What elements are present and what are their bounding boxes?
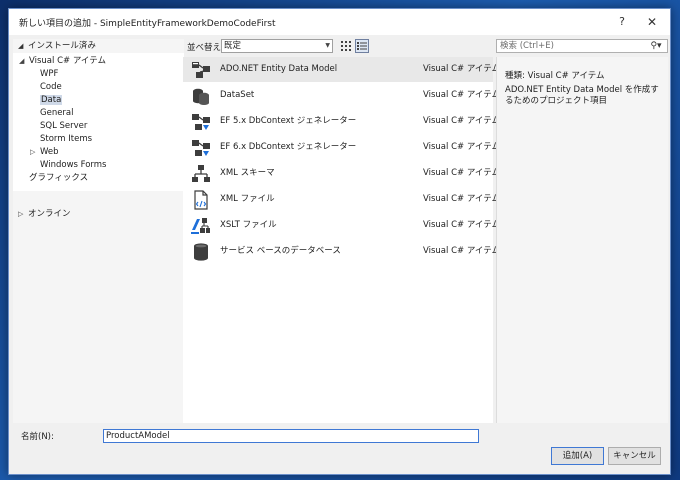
template-type: Visual C# アイテム	[423, 194, 500, 204]
add-new-item-dialog: 新しい項目の追加 - SimpleEntityFrameworkDemoCode…	[8, 8, 671, 475]
template-list: ADO.NET Entity Data Model Visual C# アイテム…	[183, 57, 500, 423]
template-name: EF 5.x DbContext ジェネレーター	[220, 116, 357, 126]
xslt-file-icon	[191, 218, 210, 234]
name-label: 名前(N):	[21, 432, 54, 442]
tree-item-code[interactable]: Code	[40, 81, 62, 94]
details-pane: 種類: Visual C# アイテム ADO.NET Entity Data M…	[496, 57, 668, 423]
add-button[interactable]: 追加(A)	[551, 447, 604, 465]
template-type: Visual C# アイテム	[423, 142, 500, 152]
template-row[interactable]: ADO.NET Entity Data Model Visual C# アイテム	[183, 57, 500, 82]
help-button[interactable]: ?	[613, 13, 631, 31]
ef-generator-icon	[192, 140, 210, 156]
sort-value: 既定	[224, 41, 242, 51]
template-type: Visual C# アイテム	[423, 246, 500, 256]
online-header[interactable]: ▷ オンライン	[18, 208, 71, 221]
template-name: DataSet	[220, 90, 255, 100]
template-row[interactable]: DataSet Visual C# アイテム	[183, 83, 500, 108]
template-type: Visual C# アイテム	[423, 64, 500, 74]
template-row[interactable]: XML ファイル Visual C# アイテム	[183, 187, 500, 212]
cancel-button[interactable]: キャンセル	[608, 447, 661, 465]
collapse-triangle-icon[interactable]: ◢	[18, 42, 28, 50]
name-field[interactable]	[103, 429, 479, 443]
sort-dropdown[interactable]: 既定 ▼	[221, 39, 333, 53]
details-description: ADO.NET Entity Data Model を作成するためのプロジェクト…	[505, 85, 659, 106]
expand-triangle-icon[interactable]: ◢	[19, 55, 29, 68]
tree-item-graphics[interactable]: グラフィックス	[29, 172, 88, 185]
tree-item-web[interactable]: ▷ Web	[30, 146, 59, 159]
title-bar: 新しい項目の追加 - SimpleEntityFrameworkDemoCode…	[9, 9, 670, 35]
expand-triangle-icon[interactable]: ▷	[18, 208, 28, 221]
template-row[interactable]: XSLT ファイル Visual C# アイテム	[183, 213, 500, 238]
dataset-icon	[193, 88, 209, 105]
template-type: Visual C# アイテム	[423, 168, 500, 178]
template-name: EF 6.x DbContext ジェネレーター	[220, 142, 357, 152]
list-view-button[interactable]	[355, 39, 369, 53]
installed-header[interactable]: ◢ インストール済み	[13, 39, 184, 52]
search-icon[interactable]: ⚲▾	[645, 39, 667, 53]
template-row[interactable]: EF 5.x DbContext ジェネレーター Visual C# アイテム	[183, 109, 500, 134]
template-name: サービス ベースのデータベース	[220, 246, 341, 256]
tree-item-visual-csharp[interactable]: ◢ Visual C# アイテム	[19, 55, 106, 68]
sort-label: 並べ替え:	[187, 43, 224, 53]
small-icons-view-button[interactable]	[339, 39, 353, 53]
category-tree-pane: ◢ インストール済み ◢ Visual C# アイテム WPF Code Data …	[13, 39, 184, 423]
online-label: オンライン	[28, 209, 71, 219]
chevron-down-icon: ▼	[325, 42, 330, 49]
entity-model-icon	[192, 62, 210, 78]
ef-generator-icon	[192, 114, 210, 130]
tree-item-data[interactable]: Data	[40, 94, 63, 107]
template-row[interactable]: サービス ベースのデータベース Visual C# アイテム	[183, 239, 500, 264]
grid-icon	[341, 41, 351, 51]
window-title: 新しい項目の追加 - SimpleEntityFrameworkDemoCode…	[19, 19, 276, 29]
list-icon	[357, 42, 367, 50]
template-name: ADO.NET Entity Data Model	[220, 64, 338, 74]
template-row[interactable]: EF 6.x DbContext ジェネレーター Visual C# アイテム	[183, 135, 500, 160]
template-type: Visual C# アイテム	[423, 220, 500, 230]
details-type: 種類: Visual C# アイテム	[505, 71, 605, 81]
xml-schema-icon	[192, 165, 210, 182]
template-row[interactable]: XML スキーマ Visual C# アイテム	[183, 161, 500, 186]
template-type: Visual C# アイテム	[423, 116, 500, 126]
tree-item-general[interactable]: General	[40, 107, 74, 120]
template-name: XML スキーマ	[220, 168, 275, 178]
search-input[interactable]: 検索 (Ctrl+E)	[496, 39, 668, 53]
tree-item-wpf[interactable]: WPF	[40, 68, 58, 81]
template-type: Visual C# アイテム	[423, 90, 500, 100]
close-button[interactable]: ✕	[643, 13, 661, 31]
tree-item-sql-server[interactable]: SQL Server	[40, 120, 87, 133]
expand-triangle-icon[interactable]: ▷	[30, 146, 40, 159]
category-tree: ◢ Visual C# アイテム WPF Code Data General SQ…	[13, 53, 184, 191]
xml-file-icon	[194, 190, 208, 210]
tree-item-windows-forms[interactable]: Windows Forms	[40, 159, 107, 172]
template-name: XSLT ファイル	[220, 220, 277, 230]
installed-label: インストール済み	[28, 41, 96, 51]
database-icon	[194, 243, 208, 261]
tree-item-storm-items[interactable]: Storm Items	[40, 133, 92, 146]
template-name: XML ファイル	[220, 194, 275, 204]
